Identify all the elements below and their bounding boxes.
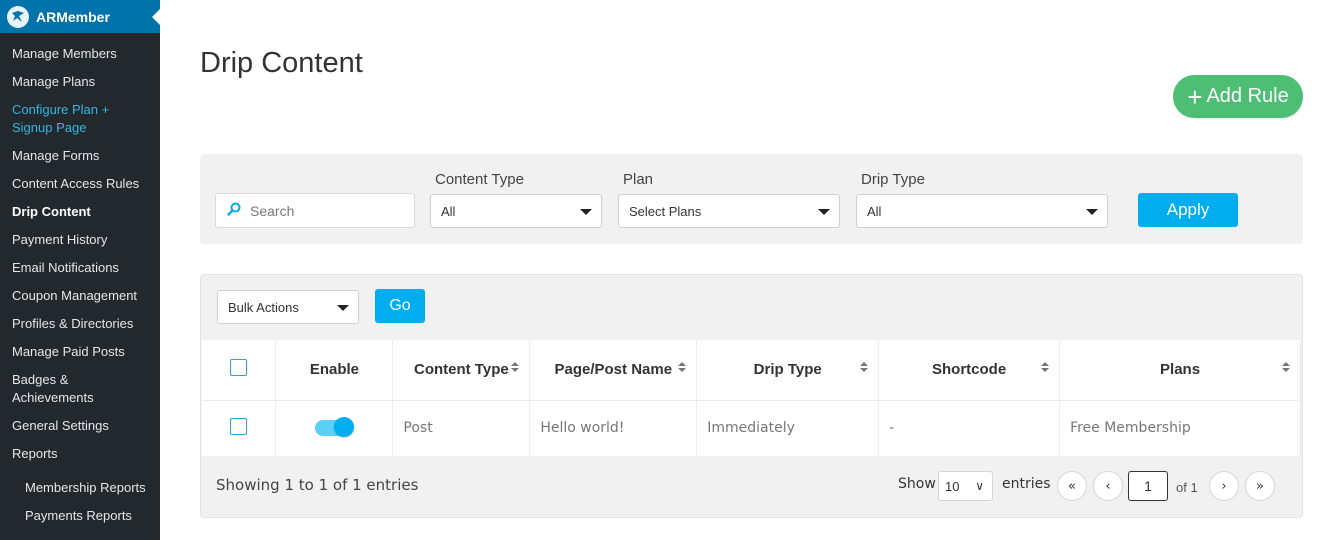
dropdown-arrow-icon — [580, 209, 592, 215]
sidebar-subitem-membership-reports[interactable]: Membership Reports — [0, 474, 160, 502]
sidebar-item-content-access-rules[interactable]: Content Access Rules — [0, 170, 160, 198]
go-button[interactable]: Go — [375, 289, 425, 323]
add-rule-button[interactable]: + Add Rule — [1173, 75, 1303, 118]
column-header-label: Content Type — [413, 361, 509, 379]
column-header-content-type[interactable]: Content Type — [392, 340, 531, 401]
double-chevron-right-icon: » — [1256, 478, 1264, 494]
entries-per-page-select[interactable]: 10 ∨ — [938, 471, 993, 501]
sidebar-item-profiles-directories[interactable]: Profiles & Directories — [0, 310, 160, 338]
sidebar-item-configure-plan[interactable]: Configure Plan + — [0, 96, 160, 119]
dropdown-arrow-icon — [1086, 209, 1098, 215]
double-chevron-left-icon: « — [1068, 478, 1076, 494]
current-menu-caret — [152, 9, 160, 25]
enable-toggle[interactable] — [315, 417, 355, 438]
select-all-checkbox[interactable] — [230, 359, 248, 377]
show-label: Show — [898, 476, 936, 492]
plan-label: Plan — [623, 171, 654, 188]
entries-value: 10 — [945, 478, 960, 494]
first-page-button[interactable]: « — [1057, 471, 1087, 501]
table-row: Post Hello world! Immediately - Free Mem… — [202, 400, 1301, 456]
drip-type-label: Drip Type — [861, 171, 925, 188]
column-header-label: Plans — [1160, 361, 1201, 379]
dropdown-arrow-icon — [818, 209, 830, 215]
drip-type-value: All — [867, 203, 882, 219]
filter-panel: Content Type All Plan Select Plans Drip … — [200, 154, 1303, 244]
content-type-value: All — [441, 203, 456, 219]
sort-icon — [678, 362, 687, 372]
content-type-cell: Post — [392, 400, 531, 456]
sidebar-item-manage-plans[interactable]: Manage Plans — [0, 68, 160, 96]
sidebar-brand[interactable]: ARMember — [0, 0, 160, 33]
column-header-label: Enable — [309, 361, 360, 379]
row-checkbox[interactable] — [230, 417, 248, 435]
sort-icon — [1041, 362, 1050, 372]
sidebar-item-badges[interactable]: Badges & — [0, 366, 160, 389]
enable-cell — [275, 400, 394, 456]
dropdown-arrow-icon — [337, 305, 349, 311]
column-header-drip-type[interactable]: Drip Type — [696, 340, 880, 401]
sidebar-item-drip-content[interactable]: Drip Content — [0, 198, 160, 226]
main-content: Drip Content + Add Rule Content Type All… — [160, 0, 1331, 540]
plus-icon: + — [1187, 81, 1203, 112]
toggle-knob — [334, 417, 355, 438]
column-header-enable[interactable]: Enable — [275, 340, 394, 401]
plan-select[interactable]: Select Plans — [618, 194, 840, 228]
page-title: Drip Content — [200, 47, 363, 79]
sidebar-item-reports[interactable]: Reports — [0, 440, 160, 468]
sidebar-item-email-notifications[interactable]: Email Notifications — [0, 254, 160, 282]
add-rule-label: Add Rule — [1206, 85, 1289, 107]
next-page-button[interactable]: › — [1209, 471, 1239, 501]
drip-type-cell: Immediately — [696, 400, 880, 456]
search-input[interactable] — [250, 202, 410, 219]
column-header-label: Page/Post Name — [554, 361, 673, 379]
column-header-label: Drip Type — [753, 361, 822, 379]
sidebar-menu: Manage Members Manage Plans Configure Pl… — [0, 33, 160, 530]
table-header-row: Enable Content Type Page/Post Name Drip … — [202, 340, 1301, 401]
armember-logo-icon — [7, 5, 29, 28]
page-number-input[interactable]: 1 — [1128, 471, 1168, 501]
sidebar-item-coupon-management[interactable]: Coupon Management — [0, 282, 160, 310]
bulk-actions-value: Bulk Actions — [228, 299, 299, 315]
bulk-actions-select[interactable]: Bulk Actions — [217, 290, 359, 324]
sidebar-item-general-settings[interactable]: General Settings — [0, 412, 160, 440]
sidebar-item-achievements[interactable]: Achievements — [0, 389, 160, 412]
sidebar-item-manage-forms[interactable]: Manage Forms — [0, 142, 160, 170]
showing-entries-text: Showing 1 to 1 of 1 entries — [216, 476, 419, 494]
entries-label: entries — [1002, 476, 1051, 492]
apply-button[interactable]: Apply — [1138, 193, 1238, 227]
page-count-text: of 1 — [1176, 480, 1198, 495]
chevron-down-icon: ∨ — [975, 479, 984, 493]
plans-cell: Free Membership — [1059, 400, 1301, 456]
content-type-label: Content Type — [435, 171, 524, 188]
sort-icon — [511, 362, 520, 372]
plan-value: Select Plans — [629, 203, 702, 219]
admin-sidebar: ARMember Manage Members Manage Plans Con… — [0, 0, 160, 540]
previous-page-button[interactable]: ‹ — [1093, 471, 1123, 501]
select-all-header — [202, 340, 277, 401]
search-box[interactable] — [215, 193, 415, 228]
sidebar-item-signup-page[interactable]: Signup Page — [0, 119, 160, 142]
rules-table: Enable Content Type Page/Post Name Drip … — [202, 340, 1301, 456]
column-header-plans[interactable]: Plans — [1059, 340, 1301, 401]
row-select-cell — [202, 400, 277, 456]
sidebar-item-manage-members[interactable]: Manage Members — [0, 40, 160, 68]
drip-type-select[interactable]: All — [856, 194, 1108, 228]
content-type-select[interactable]: All — [430, 194, 602, 228]
column-header-page-post-name[interactable]: Page/Post Name — [529, 340, 698, 401]
chevron-right-icon: › — [1221, 478, 1227, 494]
search-icon — [226, 201, 242, 221]
column-header-label: Shortcode — [932, 361, 1007, 379]
sort-icon — [1282, 362, 1290, 372]
chevron-left-icon: ‹ — [1105, 478, 1111, 494]
sidebar-item-payment-history[interactable]: Payment History — [0, 226, 160, 254]
shortcode-cell: - — [878, 400, 1061, 456]
sidebar-subitem-payments-reports[interactable]: Payments Reports — [0, 502, 160, 530]
brand-name: ARMember — [36, 8, 110, 25]
page-post-name-cell: Hello world! — [529, 400, 698, 456]
last-page-button[interactable]: » — [1245, 471, 1275, 501]
sidebar-item-manage-paid-posts[interactable]: Manage Paid Posts — [0, 338, 160, 366]
sort-icon — [860, 362, 869, 372]
column-header-shortcode[interactable]: Shortcode — [878, 340, 1061, 401]
rules-table-panel: Bulk Actions Go Enable Content Type Page… — [200, 274, 1303, 518]
